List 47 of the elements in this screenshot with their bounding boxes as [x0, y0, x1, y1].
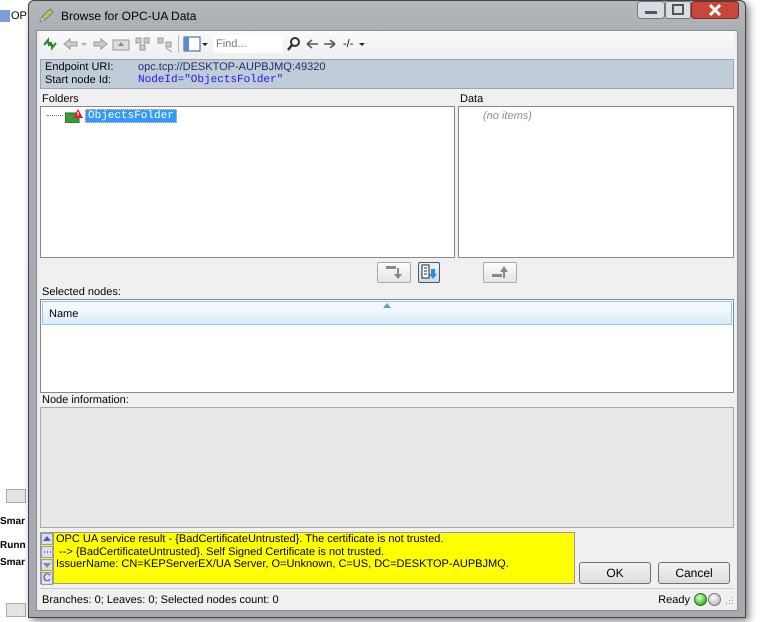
remove-node-button[interactable] [483, 262, 517, 283]
section-label: Node information: [41, 392, 130, 407]
resize-grip-icon[interactable] [724, 594, 734, 605]
section-label: Selected nodes: [41, 284, 122, 299]
column-header[interactable]: Name [42, 300, 732, 325]
arrow-up-icon[interactable] [491, 264, 509, 280]
close-icon[interactable] [691, 1, 739, 19]
node-id: NodeId="ObjectsFolder" [138, 74, 284, 87]
refresh-icon[interactable] [42, 36, 58, 52]
status-state: Ready [658, 594, 690, 606]
message-line: IssuerName: CN=KEPServerEX/UA Server, O=Unknown, C=US, DC=DESKTOP-AUPBJMQ. [56, 558, 509, 571]
endpoint-uri: opc.tcp://DESKTOP-AUPBJMQ:49320 [138, 60, 326, 74]
back-arrow-icon[interactable] [62, 36, 88, 52]
message-line: --> {BadCertificateUntrusted}. Self Signed Certificate is not trusted. [58, 546, 386, 558]
background-button[interactable] [6, 603, 26, 617]
message-line: OPC UA service result - {BadCertificateUntrusted}. The certificate is not trusted. [56, 533, 444, 546]
scroll-down-icon[interactable] [41, 559, 53, 572]
section-label: Folders [41, 92, 80, 106]
list-label: Smar [0, 557, 26, 568]
list-label: Smar [0, 516, 26, 527]
tree-collapse-icon[interactable] [156, 36, 174, 52]
status-text: Branches: 0; Leaves: 0; Selected nodes count: 0 [42, 594, 279, 606]
find-field[interactable]: Find... [213, 34, 283, 53]
scroll-up-icon[interactable] [41, 533, 53, 546]
more-icon[interactable] [41, 546, 53, 558]
field-label: Endpoint URI: [45, 60, 114, 74]
list-label: Runn [0, 540, 26, 551]
maximize-icon[interactable] [665, 1, 691, 19]
field-label: Start node Id: [45, 74, 112, 87]
minimize-icon[interactable] [637, 1, 665, 19]
background-button[interactable] [6, 489, 26, 503]
window-title: Browse for OPC-UA Data [61, 8, 196, 22]
tree-item[interactable]: OP [11, 10, 27, 22]
layout-icon[interactable] [183, 36, 209, 52]
sort-arrow-icon[interactable] [383, 302, 391, 308]
empty-message: (no items) [482, 108, 533, 122]
section-label: Data [459, 92, 484, 106]
forward-arrow-icon[interactable] [92, 36, 108, 52]
cancel-button[interactable]: Cancel [658, 562, 730, 584]
match-counter: -/- [343, 38, 354, 50]
search-icon[interactable] [287, 36, 301, 52]
ok-button[interactable]: OK [579, 562, 651, 584]
add-node-button[interactable] [377, 262, 411, 283]
clear-button[interactable]: C [41, 572, 53, 586]
arrow-down-icon[interactable] [385, 264, 403, 280]
pen-icon[interactable] [37, 6, 55, 24]
tree-expand-icon[interactable] [134, 36, 152, 52]
